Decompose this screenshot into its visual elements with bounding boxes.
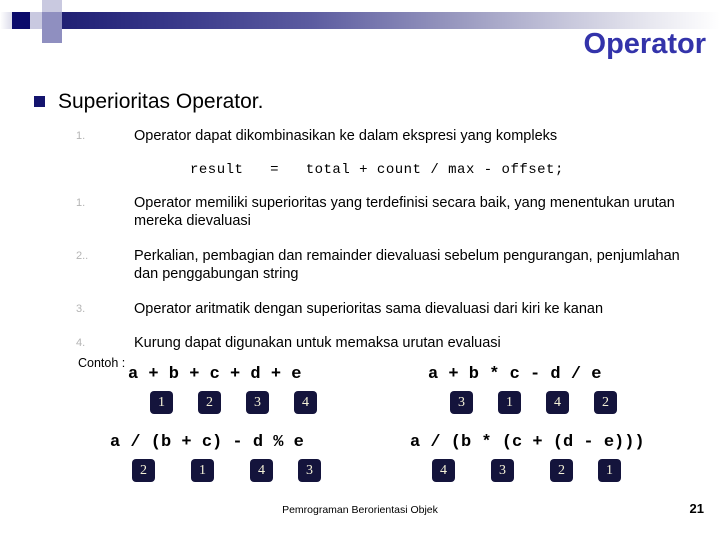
list-item: 3. Operator aritmatik dengan superiorita… [76,300,696,319]
list-item-number: 1. [76,196,86,209]
precedence-order-box: 4 [294,391,317,414]
list-item-text: Operator memiliki superioritas yang terd… [134,194,675,230]
precedence-order-box: 3 [246,391,269,414]
numbered-list: 1. Operator dapat dikombinasikan ke dala… [76,127,696,369]
list-item-text: Kurung dapat digunakan untuk memaksa uru… [134,335,501,352]
example-expression: a + b * c - d / e [428,365,602,384]
list-item-text: Operator dapat dikombinasikan ke dalam e… [134,128,558,144]
list-item-number: 1. [76,130,86,142]
section-heading-label: Superioritas Operator. [58,90,264,113]
precedence-order-box: 3 [450,391,473,414]
precedence-order-box: 4 [250,459,273,482]
deco-square-9 [42,29,62,43]
example-expression: a / (b * (c + (d - e))) [410,433,645,452]
deco-square-7 [42,0,62,12]
deco-square-8 [42,12,62,29]
list-item-number: 2.. [76,249,89,262]
precedence-order-box: 3 [298,459,321,482]
precedence-order-box: 3 [491,459,514,482]
square-bullet-icon [34,96,45,108]
section-heading: Superioritas Operator. [34,90,263,113]
deco-square-navy [12,12,30,29]
list-item-number: 3. [76,302,86,315]
examples-area: a + b + c + d + e 1 2 3 4 a + b * c - d / e… [0,365,720,501]
list-item: 1. Operator memiliki superioritas yang t… [76,194,696,231]
deco-square-3 [0,12,12,29]
example-row: a + b + c + d + e 1 2 3 4 a + b * c - d / e… [0,365,720,433]
precedence-order-box: 2 [132,459,155,482]
deco-square-5 [30,12,42,29]
example-expression: a / (b + c) - d % e [110,433,304,452]
precedence-order-box: 4 [546,391,569,414]
example-cell-right: a + b * c - d / e 3 1 4 2 [428,365,720,433]
list-item-number: 4. [76,337,86,350]
precedence-order-box: 2 [550,459,573,482]
slide-number: 21 [689,501,704,516]
header-gradient-bar [38,12,720,29]
code-sample: result = total + count / max - offset; [190,161,564,178]
example-cell-left: a / (b + c) - d % e 2 1 4 3 [110,433,410,501]
list-item-text: Perkalian, pembagian dan remainder dieva… [134,247,680,283]
precedence-order-box: 1 [191,459,214,482]
precedence-order-box: 1 [150,391,173,414]
precedence-order-box: 1 [498,391,521,414]
deco-square-2 [0,0,12,12]
precedence-order-box: 2 [198,391,221,414]
list-item: 1. Operator dapat dikombinasikan ke dala… [76,127,696,146]
example-cell-right: a / (b * (c + (d - e))) 4 3 2 1 [410,433,720,501]
slide-title: Operator [583,28,706,60]
list-item: 2.. Perkalian, pembagian dan remainder d… [76,247,696,284]
list-item-text: Operator aritmatik dengan superioritas s… [134,300,604,317]
deco-square-1 [12,0,30,12]
precedence-order-box: 4 [432,459,455,482]
precedence-order-box: 2 [594,391,617,414]
example-cell-left: a + b + c + d + e 1 2 3 4 [128,365,428,433]
precedence-order-box: 1 [598,459,621,482]
example-row: a / (b + c) - d % e 2 1 4 3 a / (b * (c + (… [0,433,720,501]
footer-text: Pemrograman Berorientasi Objek [282,504,438,516]
example-expression: a + b + c + d + e [128,365,302,384]
deco-square-4 [30,0,42,12]
deco-square-6 [30,29,42,41]
list-item: 4. Kurung dapat digunakan untuk memaksa … [76,334,696,353]
